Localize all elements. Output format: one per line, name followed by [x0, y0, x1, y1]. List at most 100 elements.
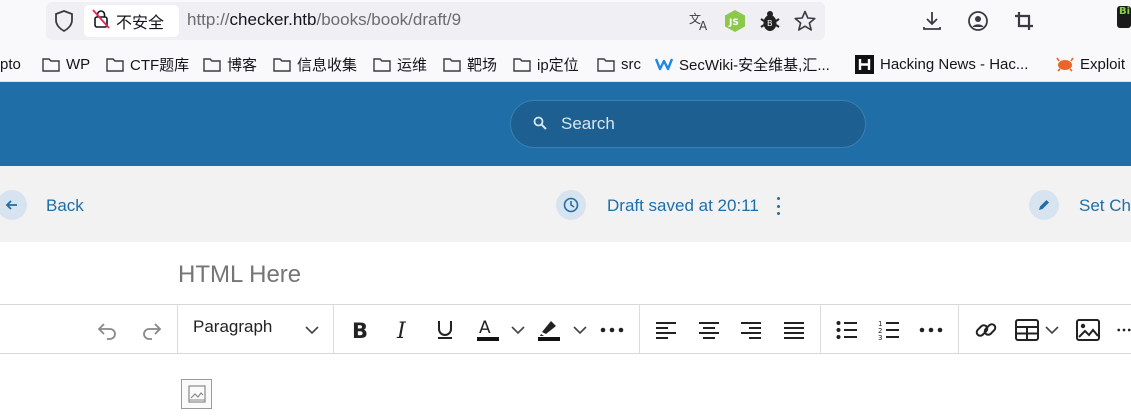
wysiwyg-toolbar: Paragraph B I A 123 — [0, 304, 1131, 354]
bookmark-label: SecWiki-安全维基,汇... — [679, 56, 830, 74]
shield-icon[interactable] — [54, 10, 74, 33]
exploit-db-logo-icon — [1056, 57, 1074, 72]
bookmark-folder[interactable]: 靶场 — [443, 53, 497, 75]
nodejs-extension-icon[interactable]: JS — [723, 8, 746, 34]
bookmark-folder[interactable]: CTF题库 — [106, 53, 189, 75]
bookmark-item[interactable]: pto — [0, 53, 21, 75]
highlight-color-icon[interactable] — [537, 314, 561, 346]
more-lists-icon[interactable] — [919, 314, 943, 346]
folder-icon — [273, 57, 291, 72]
account-icon[interactable] — [966, 8, 990, 34]
bookmark-folder[interactable]: 运维 — [373, 53, 427, 75]
bookmark-site[interactable]: Exploit — [1056, 53, 1125, 75]
search-placeholder: Search — [561, 114, 615, 133]
numbered-list-icon[interactable]: 123 — [877, 314, 901, 346]
bookmark-label: pto — [0, 55, 21, 73]
broken-image-icon[interactable] — [181, 379, 212, 409]
bullet-list-icon[interactable] — [835, 314, 859, 346]
more-formatting-icon[interactable] — [600, 314, 624, 346]
burp-extension-icon[interactable]: Bi — [1117, 6, 1131, 28]
arrow-left-icon — [5, 200, 17, 210]
align-left-icon[interactable] — [654, 314, 678, 346]
bookmark-label: 运维 — [397, 56, 428, 74]
url-bar-icons: 文A JS B — [688, 8, 816, 34]
toolbar-divider — [820, 305, 821, 354]
block-format-select[interactable]: Paragraph — [193, 317, 272, 337]
align-justify-icon[interactable] — [782, 314, 806, 346]
folder-icon — [203, 57, 221, 72]
align-right-icon[interactable] — [739, 314, 763, 346]
bookmark-folder[interactable]: ip定位 — [513, 53, 579, 75]
secwiki-logo-icon — [655, 58, 673, 71]
svg-text:A: A — [479, 318, 491, 338]
bookmark-star-icon[interactable] — [793, 8, 816, 34]
bookmark-label: src — [621, 55, 641, 73]
crop-screenshot-icon[interactable] — [1012, 8, 1036, 34]
clock-icon — [563, 197, 579, 213]
more-insert-icon[interactable] — [1117, 314, 1131, 346]
url-path: /books/book/draft/9 — [316, 10, 462, 29]
draft-menu-kebab-icon[interactable] — [774, 197, 782, 215]
hacking-news-logo-icon — [855, 54, 874, 74]
folder-icon — [597, 57, 615, 72]
bookmark-folder[interactable]: src — [597, 53, 641, 75]
text-color-icon[interactable]: A — [476, 314, 500, 346]
link-icon[interactable] — [973, 314, 999, 346]
toolbar-divider — [177, 305, 178, 354]
bookmark-folder[interactable]: 博客 — [203, 53, 257, 75]
url-prefix: http:// — [187, 10, 230, 29]
toolbar-divider — [333, 305, 334, 354]
back-label[interactable]: Back — [46, 196, 84, 216]
italic-icon[interactable]: I — [393, 314, 413, 346]
chevron-down-icon[interactable] — [572, 314, 588, 346]
download-icon[interactable] — [920, 8, 944, 34]
bookmark-label: 靶场 — [467, 56, 498, 74]
app-header: Search — [0, 82, 1131, 166]
browser-toolbar-right — [920, 8, 1036, 34]
svg-text:JS: JS — [728, 18, 739, 28]
global-search-input[interactable]: Search — [510, 100, 866, 148]
bookmark-label: 博客 — [227, 56, 258, 74]
chevron-down-icon[interactable] — [1044, 314, 1060, 346]
folder-icon — [42, 57, 60, 72]
bookmark-label: Exploit — [1080, 55, 1126, 73]
bookmark-label: CTF题库 — [130, 56, 190, 74]
underline-icon[interactable] — [435, 314, 455, 346]
bookmark-site[interactable]: Hacking News - Hac... — [855, 53, 1028, 75]
bookmark-label: WP — [66, 55, 91, 73]
bookmark-folder[interactable]: WP — [42, 53, 90, 75]
search-icon — [533, 115, 547, 134]
chevron-down-icon[interactable] — [304, 314, 320, 346]
bug-extension-icon[interactable]: B — [758, 8, 781, 34]
page-title-input[interactable] — [178, 258, 778, 292]
bookmark-folder[interactable]: 信息收集 — [273, 53, 357, 75]
connection-insecure-chip[interactable]: 不安全 — [84, 5, 179, 37]
folder-icon — [513, 57, 531, 72]
bookmark-site[interactable]: SecWiki-安全维基,汇... — [655, 53, 830, 75]
svg-text:B: B — [352, 319, 368, 341]
set-chapter-label[interactable]: Set Ch — [1079, 196, 1131, 216]
svg-text:B: B — [767, 19, 773, 28]
extension-badge: Bi — [1119, 6, 1131, 17]
bookmarks-bar: pto WP CTF题库 博客 信息收集 运维 靶场 ip定位 src SecW… — [0, 44, 1131, 82]
folder-icon — [443, 57, 461, 72]
insecure-lock-icon — [92, 9, 110, 33]
undo-icon[interactable] — [95, 314, 119, 346]
draft-status-label[interactable]: Draft saved at 20:11 — [607, 196, 759, 216]
set-chapter-button[interactable] — [1029, 190, 1059, 220]
image-icon[interactable] — [1075, 314, 1101, 346]
bold-icon[interactable]: B — [349, 314, 371, 346]
table-icon[interactable] — [1014, 314, 1040, 346]
chevron-down-icon[interactable] — [510, 314, 526, 346]
align-center-icon[interactable] — [697, 314, 721, 346]
svg-text:I: I — [396, 319, 407, 341]
url-text[interactable]: http://checker.htb/books/book/draft/9 — [187, 10, 461, 30]
draft-status-button[interactable] — [556, 190, 586, 220]
svg-text:3: 3 — [878, 334, 882, 341]
toolbar-divider — [639, 305, 640, 354]
bookmark-label: ip定位 — [537, 56, 579, 74]
redo-icon[interactable] — [140, 314, 164, 346]
bookmark-label: 信息收集 — [297, 56, 358, 74]
url-host: checker.htb — [229, 10, 317, 29]
translate-icon[interactable]: 文A — [688, 8, 711, 34]
